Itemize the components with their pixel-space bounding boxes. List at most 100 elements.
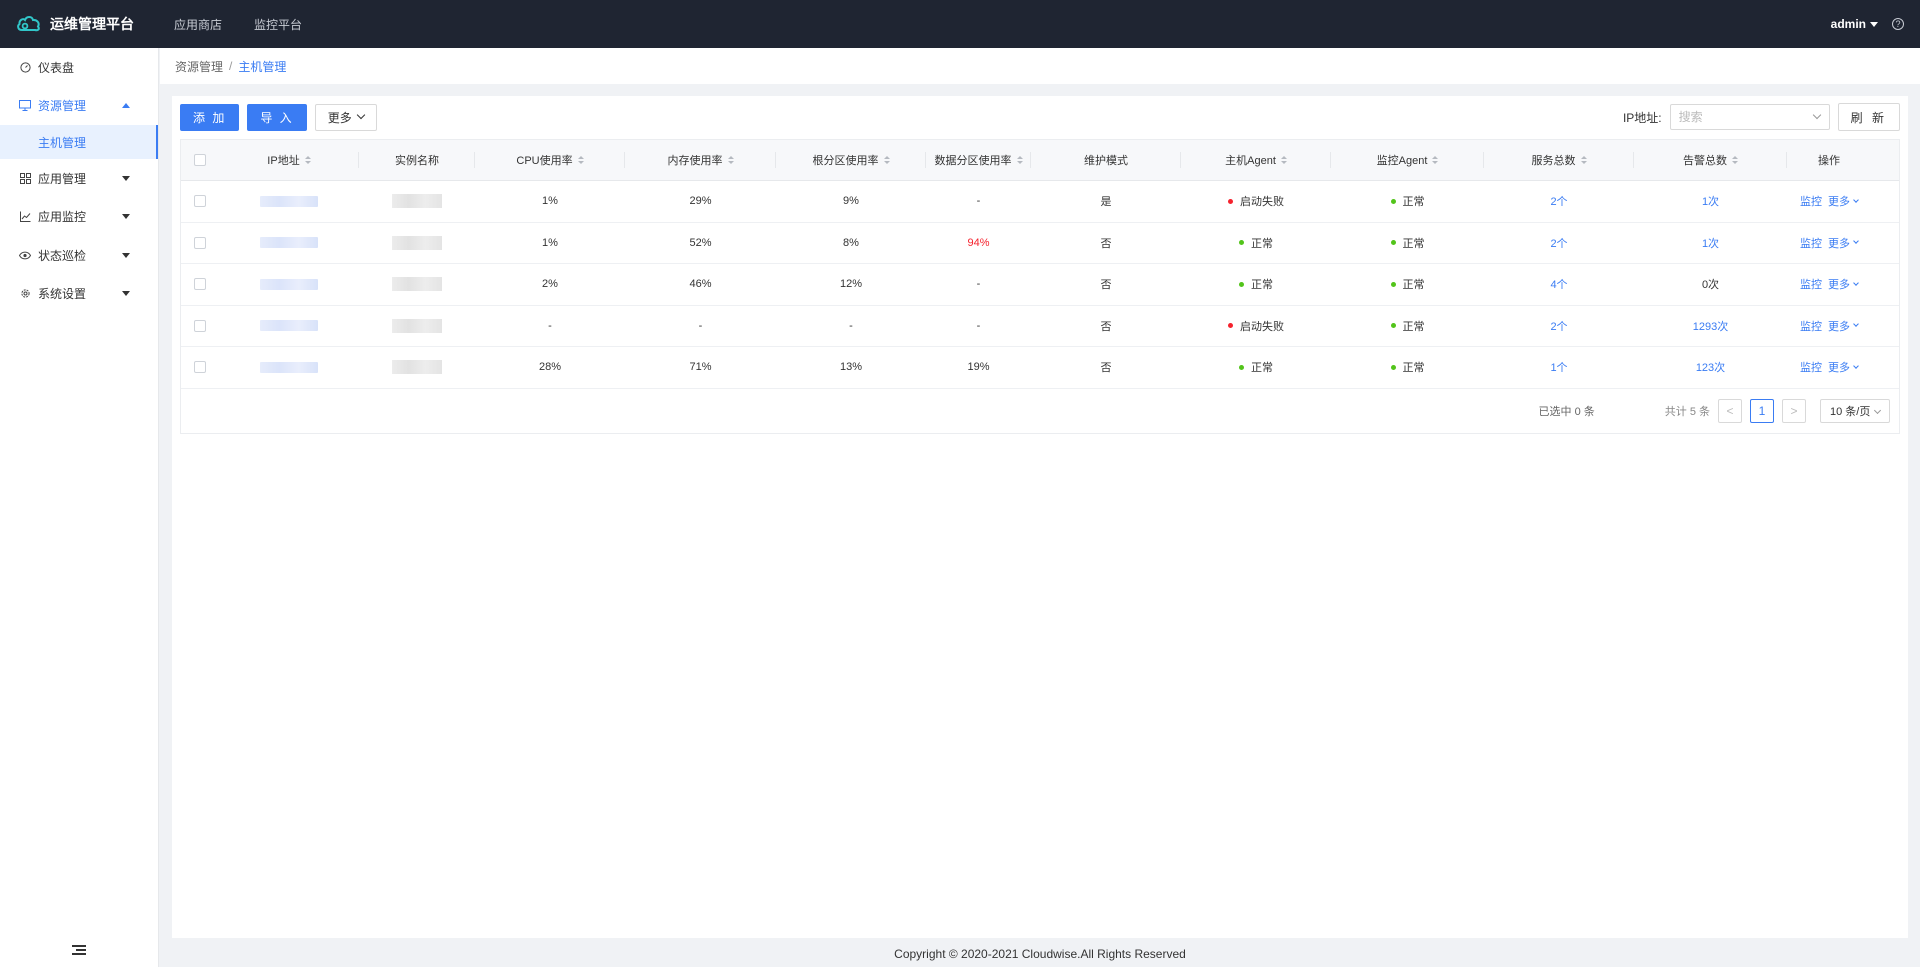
alarms-link[interactable]: 1次 xyxy=(1702,193,1719,209)
cell-cpu: 28% xyxy=(538,361,562,374)
monitor-link[interactable]: 监控 xyxy=(1800,276,1822,292)
monitor-link[interactable]: 监控 xyxy=(1800,318,1822,334)
sidebar-item-app-management[interactable]: 应用管理 xyxy=(0,159,158,198)
host-agent-status: 启动失败 xyxy=(1240,196,1284,209)
col-ip[interactable]: IP地址 xyxy=(219,140,359,180)
sort-icon[interactable] xyxy=(304,156,311,164)
ip-search-input[interactable] xyxy=(1669,104,1830,130)
cell-alarms: 123次 xyxy=(1634,347,1787,388)
chevron-down-icon xyxy=(1853,196,1859,203)
services-link[interactable]: 2个 xyxy=(1550,235,1567,251)
alarms-link[interactable]: 1次 xyxy=(1702,235,1719,251)
services-link[interactable]: 2个 xyxy=(1550,193,1567,209)
sort-icon[interactable] xyxy=(1580,156,1587,164)
redacted-ip[interactable] xyxy=(260,361,318,373)
redacted-name xyxy=(392,194,442,209)
sidebar-item-inspection[interactable]: 状态巡检 xyxy=(0,236,158,275)
sidebar-item-app-monitoring[interactable]: 应用监控 xyxy=(0,198,158,237)
cell-maint: 否 xyxy=(1100,320,1112,333)
row-checkbox[interactable] xyxy=(194,195,206,208)
monitor-agent-status: 正常 xyxy=(1402,279,1425,292)
page-size-select[interactable]: 10 条/页 xyxy=(1820,398,1890,423)
page-1-button[interactable]: 1 xyxy=(1750,398,1774,423)
table-row[interactable]: - - - - 否 启动失败 正常 2个 1293次 监控 更多 xyxy=(181,306,1899,347)
col-data[interactable]: 数据分区使用率 xyxy=(926,140,1031,180)
cell-monitor-agent: 正常 xyxy=(1331,223,1484,264)
monitor-agent-status: 正常 xyxy=(1402,362,1425,375)
total-count: 共计 5 条 xyxy=(1664,405,1710,418)
help-icon[interactable]: ? xyxy=(1892,18,1904,30)
alarms-link[interactable]: 123次 xyxy=(1696,359,1725,375)
col-monitor-agent[interactable]: 监控Agent xyxy=(1331,140,1484,180)
logo[interactable]: 运维管理平台 xyxy=(0,14,160,34)
services-link[interactable]: 2个 xyxy=(1550,318,1567,334)
status-dot xyxy=(1239,281,1244,287)
sidebar-item-resource-management[interactable]: 资源管理 xyxy=(0,87,158,126)
sidebar-subitem-host-management[interactable]: 主机管理 xyxy=(0,125,158,159)
more-dropdown[interactable]: 更多 xyxy=(314,103,377,131)
sort-icon[interactable] xyxy=(1016,156,1023,164)
prev-page-button[interactable]: < xyxy=(1718,398,1742,423)
breadcrumb-parent[interactable]: 资源管理 xyxy=(175,58,223,75)
more-actions-link[interactable]: 更多 xyxy=(1828,193,1859,209)
col-root[interactable]: 根分区使用率 xyxy=(776,140,926,180)
row-checkbox[interactable] xyxy=(194,319,206,332)
more-actions-link[interactable]: 更多 xyxy=(1828,318,1859,334)
col-mem-label: 内存使用率 xyxy=(667,155,723,167)
sidebar-item-dashboard[interactable]: 仪表盘 xyxy=(0,48,158,87)
sidebar-item-system-settings[interactable]: 系统设置 xyxy=(0,275,158,314)
add-button[interactable]: 添 加 xyxy=(180,103,240,131)
more-actions-link[interactable]: 更多 xyxy=(1828,235,1859,251)
redacted-ip[interactable] xyxy=(260,237,318,249)
sort-icon[interactable] xyxy=(577,156,584,164)
next-page-button[interactable]: > xyxy=(1782,398,1806,423)
cell-maint: 是 xyxy=(1100,196,1112,209)
row-checkbox[interactable] xyxy=(194,236,206,249)
topnav-monitor-platform[interactable]: 监控平台 xyxy=(254,16,302,33)
services-link[interactable]: 4个 xyxy=(1550,276,1567,292)
services-link[interactable]: 1个 xyxy=(1550,359,1567,375)
table-row[interactable]: 2% 46% 12% - 否 正常 正常 4个 0次 监控 更多 xyxy=(181,264,1899,306)
status-dot xyxy=(1390,364,1396,370)
col-host-agent[interactable]: 主机Agent xyxy=(1181,140,1331,180)
more-actions-link[interactable]: 更多 xyxy=(1828,359,1859,375)
table-row[interactable]: 1% 29% 9% - 是 启动失败 正常 2个 1次 监控 更多 xyxy=(181,181,1899,223)
sort-icon[interactable] xyxy=(1732,156,1738,164)
col-alarms[interactable]: 告警总数 xyxy=(1634,140,1787,180)
alarms-link[interactable]: 1293次 xyxy=(1693,318,1728,334)
redacted-ip[interactable] xyxy=(260,278,318,290)
sort-icon[interactable] xyxy=(727,156,734,164)
col-services[interactable]: 服务总数 xyxy=(1484,140,1634,180)
alarms-link: 0次 xyxy=(1701,279,1720,292)
cell-root: 12% xyxy=(839,278,863,291)
monitor-link[interactable]: 监控 xyxy=(1800,235,1822,251)
sort-icon[interactable] xyxy=(883,156,890,164)
refresh-button[interactable]: 刷 新 xyxy=(1837,103,1900,131)
cell-maint: 否 xyxy=(1100,362,1112,375)
col-cpu[interactable]: CPU使用率 xyxy=(475,140,625,180)
monitor-link[interactable]: 监控 xyxy=(1800,359,1822,375)
chart-line-icon xyxy=(18,210,32,224)
sort-icon[interactable] xyxy=(1432,156,1439,164)
row-checkbox[interactable] xyxy=(194,361,206,374)
cell-mem: 71% xyxy=(689,361,712,374)
col-mem[interactable]: 内存使用率 xyxy=(625,140,776,180)
select-all-checkbox[interactable] xyxy=(194,154,206,166)
table-row[interactable]: 1% 52% 8% 94% 否 正常 正常 2个 1次 监控 更多 xyxy=(181,223,1899,264)
row-select-cell xyxy=(181,264,219,305)
more-actions-label: 更多 xyxy=(1828,196,1850,209)
menu-collapse-icon[interactable] xyxy=(72,945,86,957)
topnav-app-store[interactable]: 应用商店 xyxy=(174,16,222,33)
monitor-link[interactable]: 监控 xyxy=(1800,193,1822,209)
redacted-ip[interactable] xyxy=(260,320,318,332)
user-menu[interactable]: admin xyxy=(1831,17,1878,31)
row-checkbox[interactable] xyxy=(194,278,206,291)
redacted-ip[interactable] xyxy=(260,195,318,207)
cell-data: - xyxy=(976,319,981,332)
cell-cpu: - xyxy=(548,319,552,332)
table-row[interactable]: 28% 71% 13% 19% 否 正常 正常 1个 123次 监控 更多 xyxy=(181,347,1899,389)
sort-icon[interactable] xyxy=(1280,156,1287,164)
cell-data: - xyxy=(976,195,981,208)
import-button[interactable]: 导 入 xyxy=(247,103,307,131)
more-actions-link[interactable]: 更多 xyxy=(1828,276,1859,292)
